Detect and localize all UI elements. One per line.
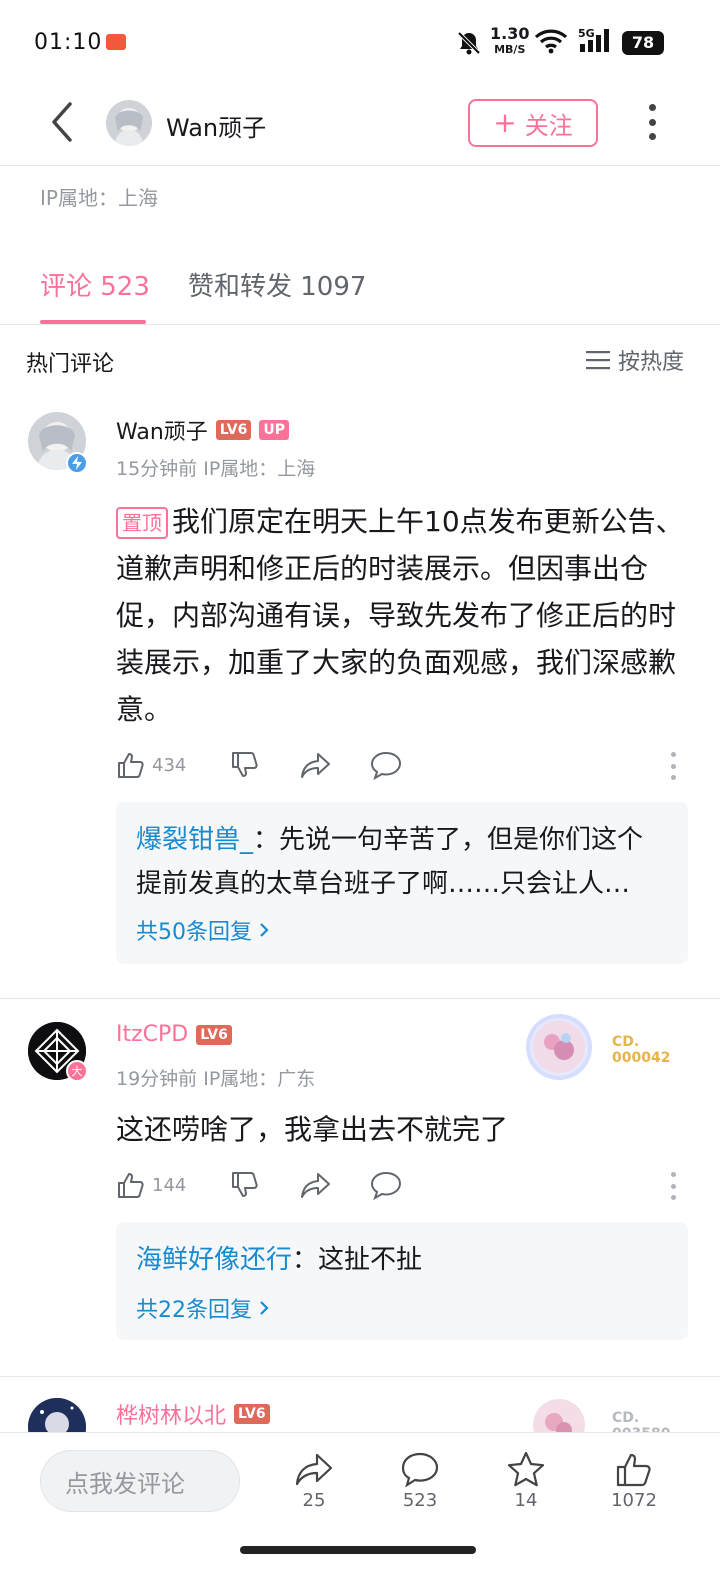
header-divider xyxy=(0,165,720,166)
like-button[interactable]: 434 xyxy=(116,750,186,780)
thumb-down-icon xyxy=(232,752,258,777)
plus-icon: + xyxy=(493,106,517,139)
status-time: 01:10 xyxy=(34,30,103,55)
chevron-right-icon xyxy=(260,923,269,937)
comment-meta: 19分钟前 IP属地：广东 xyxy=(116,1068,316,1090)
follow-label: 关注 xyxy=(524,111,573,140)
fan-medal-number: CD. 000042 xyxy=(612,1034,670,1066)
bottom-comment-button[interactable]: 523 xyxy=(390,1450,450,1511)
like-count: 434 xyxy=(152,754,187,776)
bottom-like-button[interactable]: 1072 xyxy=(604,1450,664,1511)
header-avatar[interactable] xyxy=(106,100,152,146)
like-count: 1072 xyxy=(611,1490,657,1511)
tab-likes-reposts[interactable]: 赞和转发 1097 xyxy=(188,266,366,303)
post-ip-location: IP属地：上海 xyxy=(40,186,158,210)
verified-icon xyxy=(66,452,88,474)
comment-username[interactable]: 桦树林以北 xyxy=(116,1398,226,1430)
comment-icon xyxy=(401,1452,439,1488)
reply-preview-text: 海鲜好像还行：这扯不扯 xyxy=(136,1238,666,1282)
share-button[interactable] xyxy=(300,750,332,784)
star-icon xyxy=(507,1451,545,1487)
dislike-button[interactable] xyxy=(230,750,260,784)
home-indicator[interactable] xyxy=(240,1546,476,1554)
more-options-icon[interactable] xyxy=(640,100,664,144)
level-badge: LV6 xyxy=(196,1024,232,1045)
pinned-badge: 置顶 xyxy=(116,507,168,539)
share-icon xyxy=(295,1453,333,1486)
fan-medal-image[interactable] xyxy=(530,1018,588,1076)
comment-count: 523 xyxy=(402,1490,438,1511)
vip-badge: 大 xyxy=(66,1060,88,1082)
thumb-up-icon xyxy=(118,753,144,778)
fan-medal-label: CD. xyxy=(612,1410,640,1426)
thumb-up-icon xyxy=(118,1173,144,1198)
reply-button[interactable] xyxy=(370,750,402,784)
reply-username[interactable]: 爆裂钳兽_ xyxy=(136,825,253,855)
signal-type: 5G xyxy=(578,27,595,40)
share-button[interactable] xyxy=(300,1170,332,1204)
share-icon xyxy=(301,1173,330,1198)
favorite-count: 14 xyxy=(514,1490,538,1511)
level-badge: LV6 xyxy=(215,420,252,440)
comment-header: ItzCPD LV6 xyxy=(116,1022,232,1047)
comment-divider xyxy=(0,1376,720,1377)
comment-header: 桦树林以北 LV6 xyxy=(116,1398,270,1430)
comment-header: Wan顽子 LV6 UP xyxy=(116,414,289,446)
tabs-divider xyxy=(0,324,720,325)
comment-icon xyxy=(370,1171,402,1201)
comment-username[interactable]: Wan顽子 xyxy=(116,414,208,446)
comment-more-icon[interactable] xyxy=(670,1172,676,1200)
view-replies-link[interactable]: 共22条回复 xyxy=(136,1292,270,1324)
comment-divider xyxy=(0,998,720,999)
bottom-share-button[interactable]: 25 xyxy=(284,1450,344,1511)
up-badge: UP xyxy=(259,420,289,440)
comment-body[interactable]: 这还唠啥了，我拿出去不就完了 xyxy=(116,1106,688,1153)
chevron-right-icon xyxy=(260,1301,269,1315)
reply-count-label: 共22条回复 xyxy=(136,1298,252,1323)
share-icon xyxy=(301,753,330,778)
like-count: 144 xyxy=(152,1174,187,1196)
fan-medal-no: 000042 xyxy=(612,1050,671,1066)
reply-button[interactable] xyxy=(370,1170,402,1204)
thumb-down-icon xyxy=(232,1172,258,1197)
status-bar: 01:10 1.30 MB/S 5G 78 xyxy=(0,0,720,88)
net-speed-unit: MB/S xyxy=(494,43,526,56)
reply-username[interactable]: 海鲜好像还行 xyxy=(136,1245,292,1275)
mute-icon xyxy=(456,30,482,62)
bottom-favorite-button[interactable]: 14 xyxy=(496,1450,556,1511)
reply-content: ：这扯不扯 xyxy=(292,1245,423,1275)
back-button[interactable] xyxy=(44,98,84,148)
comment-username[interactable]: ItzCPD xyxy=(116,1022,188,1047)
follow-button[interactable]: + 关注 xyxy=(468,99,598,147)
battery-indicator: 78 xyxy=(622,31,664,55)
comment-meta: 15分钟前 IP属地：上海 xyxy=(116,458,316,480)
level-badge: LV6 xyxy=(234,1404,270,1424)
sort-button[interactable]: 按热度 xyxy=(586,344,684,376)
comment-text: 我们原定在明天上午10点发布更新公告、道歉声明和修正后的时装展示。但因事出仓促，… xyxy=(116,505,684,726)
signal-icon: 5G xyxy=(578,26,612,58)
sort-list-icon xyxy=(586,351,610,370)
section-title: 热门评论 xyxy=(26,352,115,377)
like-button[interactable]: 144 xyxy=(116,1170,186,1200)
net-speed-value: 1.30 xyxy=(490,24,530,43)
fan-medal-label: CD. xyxy=(612,1034,640,1050)
share-count: 25 xyxy=(302,1490,326,1511)
comment-more-icon[interactable] xyxy=(670,752,676,780)
dislike-button[interactable] xyxy=(230,1170,260,1204)
thumb-up-icon xyxy=(616,1453,651,1487)
view-replies-link[interactable]: 共50条回复 xyxy=(136,914,270,946)
sort-label: 按热度 xyxy=(618,350,685,375)
reply-preview-text: 爆裂钳兽_：先说一句辛苦了，但是你们这个提前发真的太草台班子了啊……只会让人… xyxy=(136,818,666,906)
comment-icon xyxy=(370,751,402,781)
comment-input[interactable]: 点我发评论 xyxy=(40,1450,240,1512)
comment-body[interactable]: 置顶 我们原定在明天上午10点发布更新公告、道歉声明和修正后的时装展示。但因事出仓… xyxy=(116,498,688,733)
wifi-icon xyxy=(534,28,568,58)
net-speed: 1.30 MB/S xyxy=(490,26,529,58)
app-notification-icon xyxy=(106,34,126,50)
reply-count-label: 共50条回复 xyxy=(136,920,252,945)
header-username[interactable]: Wan顽子 xyxy=(166,108,266,143)
tab-comments[interactable]: 评论 523 xyxy=(40,266,150,303)
